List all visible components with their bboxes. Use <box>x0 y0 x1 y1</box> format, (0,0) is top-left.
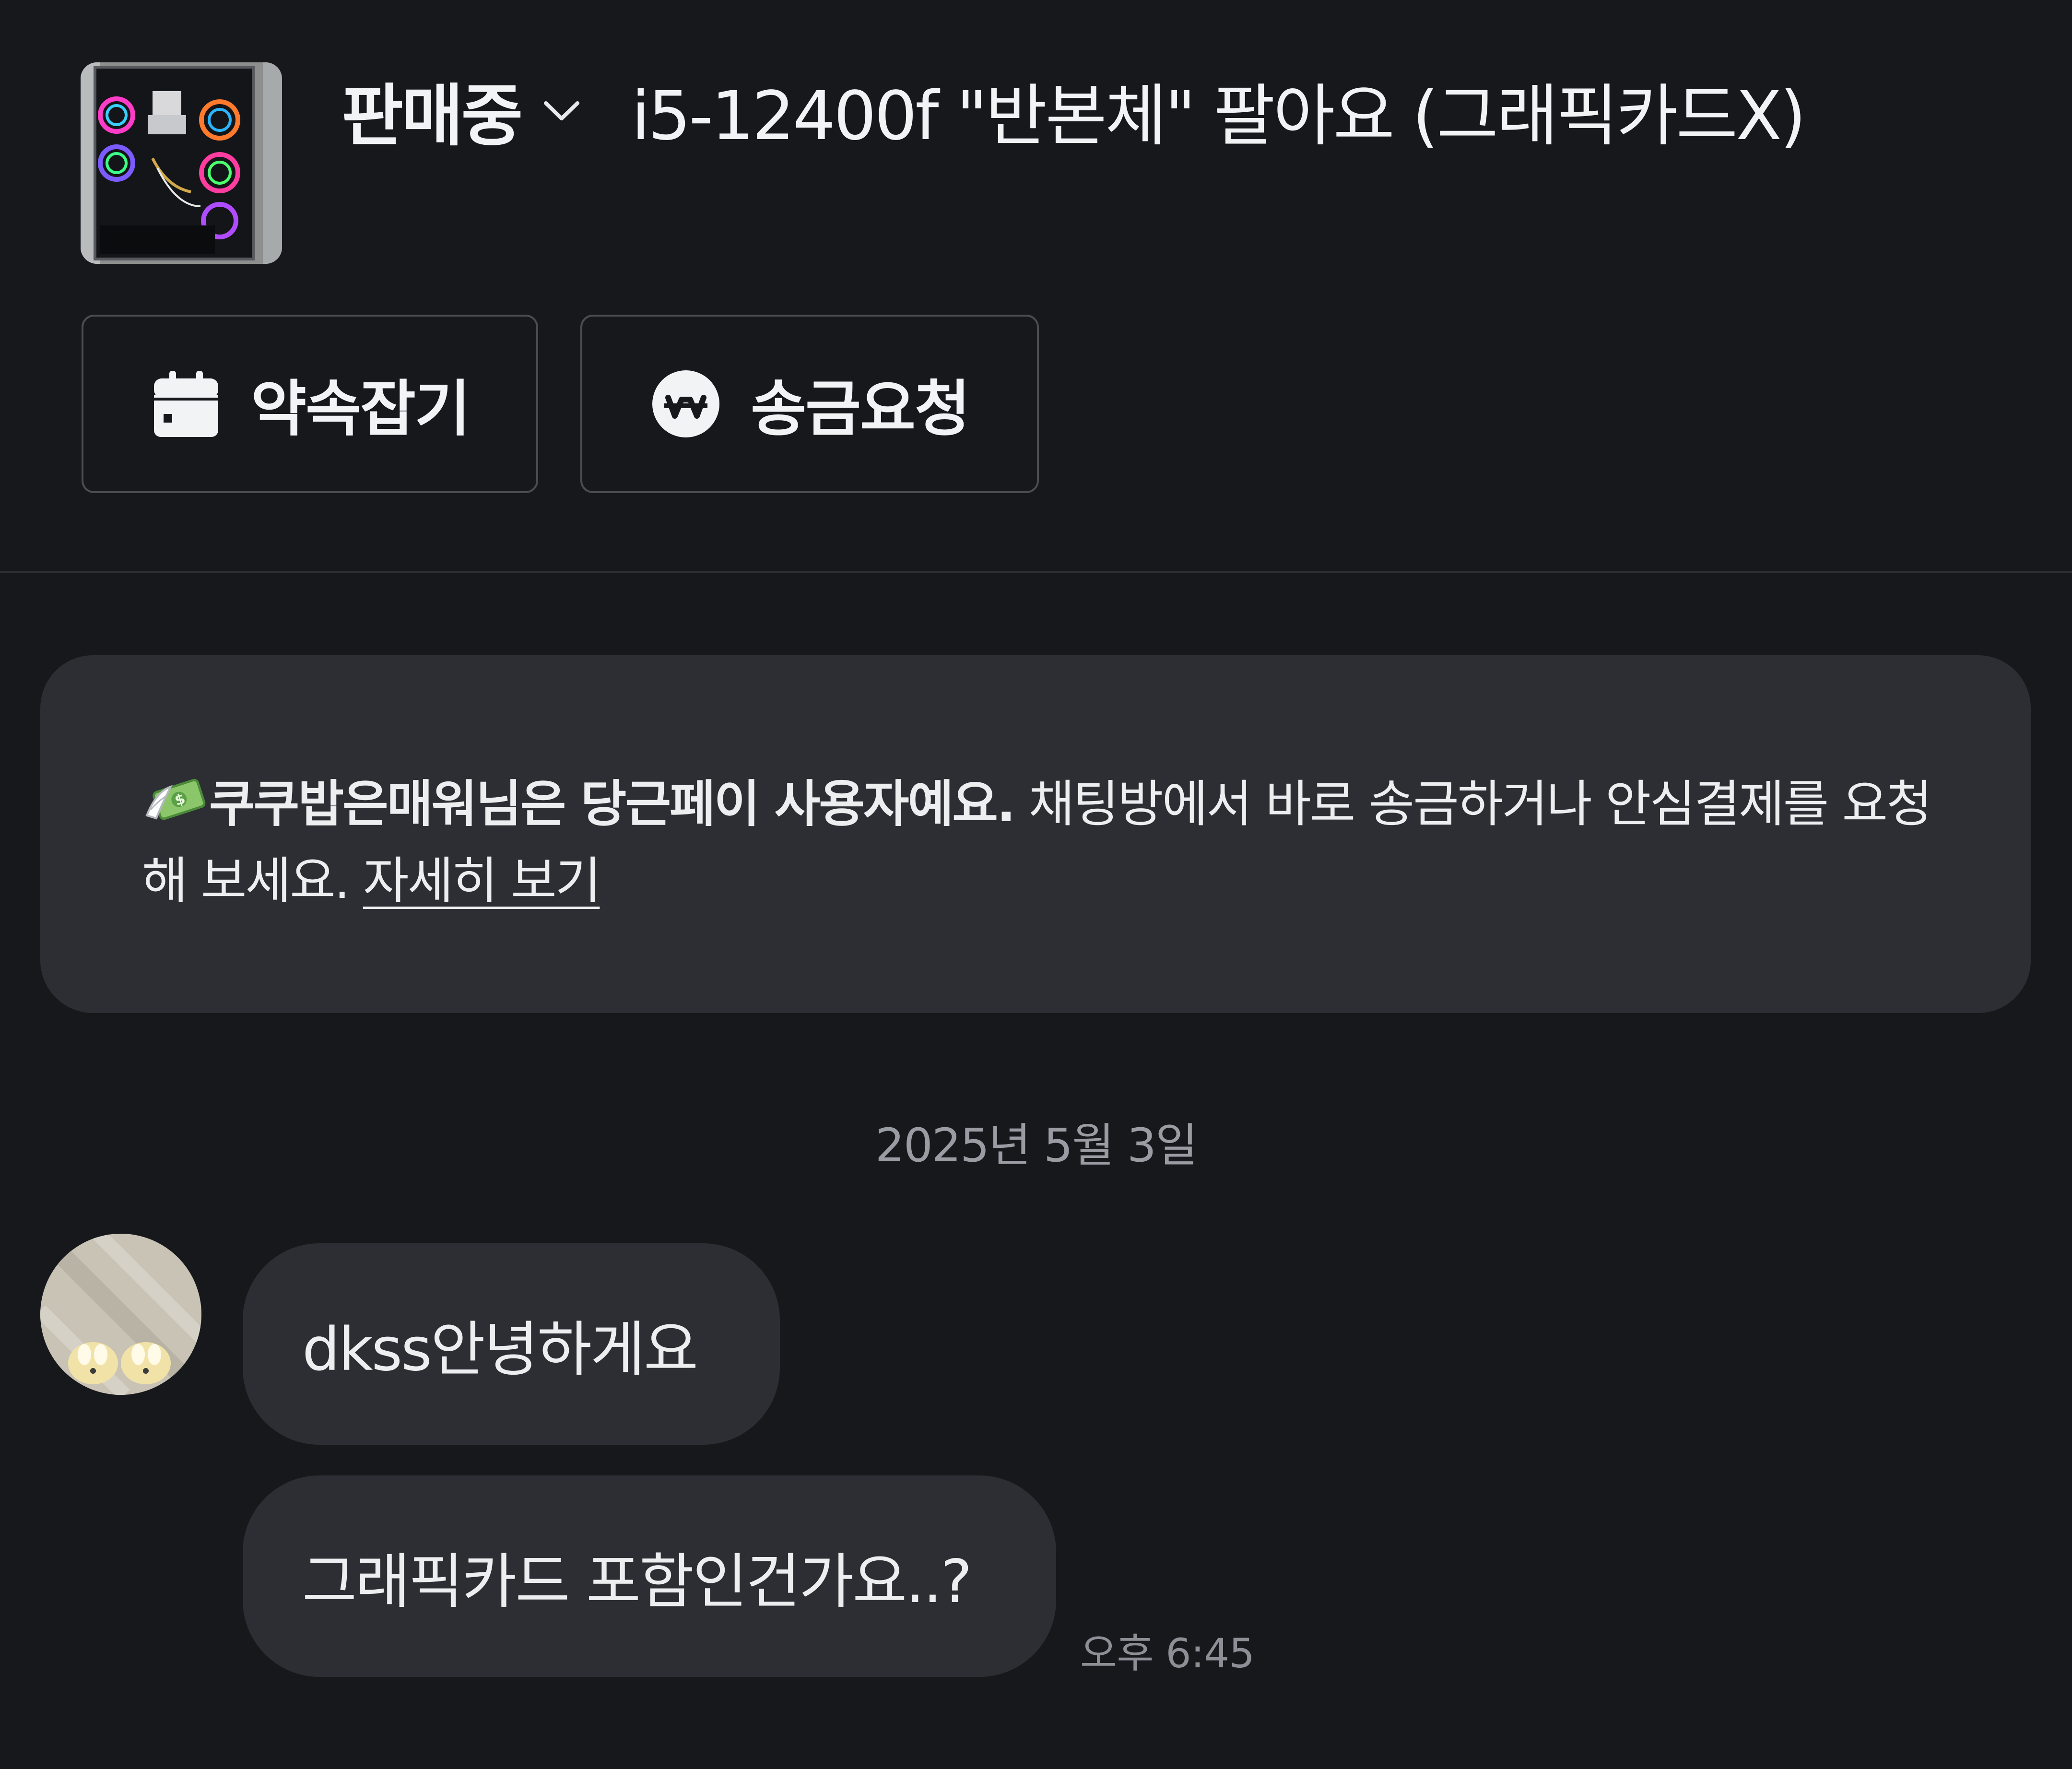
chat-message-text: 그래픽카드 포함인건가요..? <box>302 1547 972 1616</box>
product-header: 판매중 i5-12400f "반본체" 팔아요 (그래픽카드X) 약속잡기 송금… <box>0 0 2072 572</box>
product-title[interactable]: i5-12400f "반본체" 팔아요 (그래픽카드X) <box>631 62 1806 159</box>
partner-avatar[interactable] <box>40 1234 201 1395</box>
notice-bold-text: 쿠쿠밥은매워님은 당근페이 사용자예요. <box>209 775 1015 833</box>
request-remittance-label: 송금요청 <box>751 374 970 444</box>
pay-user-notice: $ 쿠쿠밥은매워님은 당근페이 사용자예요. 채팅방에서 바로 송금하거나 안심… <box>40 655 2031 1013</box>
money-with-wings-icon: $ <box>145 778 206 820</box>
make-appointment-button[interactable]: 약속잡기 <box>82 315 538 493</box>
notice-text: $ 쿠쿠밥은매워님은 당근페이 사용자예요. 채팅방에서 바로 송금하거나 안심… <box>142 766 1974 919</box>
sale-status-dropdown[interactable]: 판매중 <box>341 62 583 159</box>
product-thumbnail[interactable] <box>81 62 282 264</box>
title-row: 판매중 i5-12400f "반본체" 팔아요 (그래픽카드X) <box>341 67 1806 155</box>
view-details-link[interactable]: 자세히 보기 <box>363 851 601 910</box>
won-coin-icon <box>652 370 720 437</box>
calendar-icon <box>154 371 219 437</box>
message-timestamp: 오후 6:45 <box>1080 1630 1255 1677</box>
header-divider <box>0 571 2072 573</box>
pc-case-thumbnail-image <box>81 62 282 264</box>
make-appointment-label: 약속잡기 <box>251 374 471 444</box>
date-separator: 2025년 5월 3일 <box>875 1119 1198 1172</box>
chat-message-text: dkss안녕하게요 <box>302 1315 698 1384</box>
sale-status-label: 판매중 <box>341 77 523 155</box>
chat-message[interactable]: 그래픽카드 포함인건가요..? <box>243 1475 1056 1677</box>
chevron-down-icon <box>544 101 580 120</box>
request-remittance-button[interactable]: 송금요청 <box>580 315 1039 493</box>
chat-message[interactable]: dkss안녕하게요 <box>243 1243 780 1445</box>
user-avatar-photo <box>40 1234 201 1395</box>
